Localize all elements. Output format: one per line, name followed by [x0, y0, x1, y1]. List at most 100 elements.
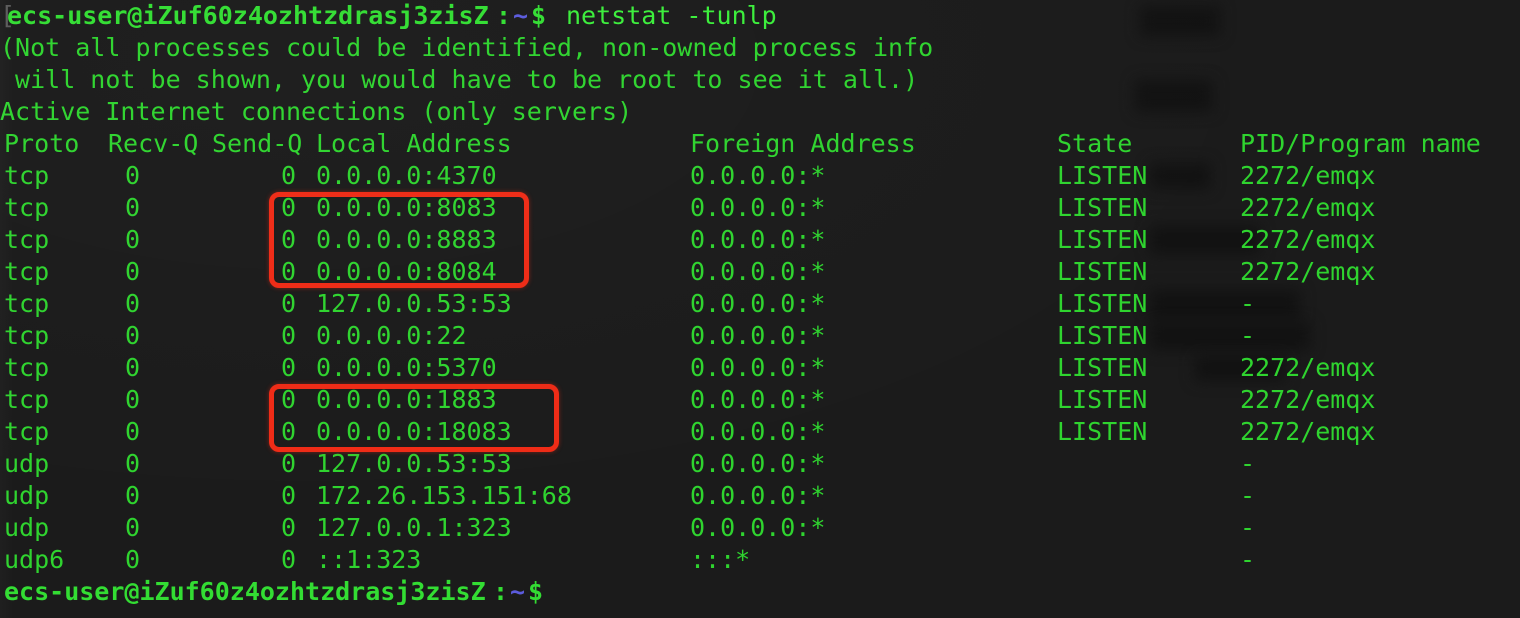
cell-foreign-address: 0.0.0.0:*: [690, 513, 826, 542]
header-local: Local Address: [316, 129, 512, 158]
cell-recvq: 0: [125, 481, 141, 510]
cell-proto: tcp: [4, 225, 50, 254]
table-row: tcp 0 0 0.0.0.0:22 0.0.0.0:* LISTEN -: [0, 320, 1520, 352]
table-row: tcp 0 0 0.0.0.0:4370 0.0.0.0:* LISTEN 2272/emq…: [0, 160, 1520, 192]
cell-sendq: 0: [281, 225, 297, 254]
cell-local-address: 0.0.0.0:22: [316, 321, 467, 350]
cell-pid-program: -: [1240, 321, 1256, 350]
cell-foreign-address: 0.0.0.0:*: [690, 193, 826, 222]
cell-local-address: 127.0.0.1:323: [316, 513, 512, 542]
cell-sendq: 0: [281, 481, 297, 510]
cell-pid-program: -: [1240, 449, 1256, 478]
table-row: tcp 0 0 0.0.0.0:18083 0.0.0.0:* LISTEN 2272/em…: [0, 416, 1520, 448]
prompt-user-host: ecs-user@iZuf60z4ozhtzdrasj3zisZ: [7, 1, 489, 30]
table-row: tcp 0 0 0.0.0.0:1883 0.0.0.0:* LISTEN 2272/emq…: [0, 384, 1520, 416]
typed-command[interactable]: netstat -tunlp: [566, 0, 777, 32]
cell-recvq: 0: [125, 321, 141, 350]
notice-line-1: (Not all processes could be identified, …: [0, 32, 1520, 64]
cell-proto: udp6: [4, 545, 65, 574]
cell-foreign-address: 0.0.0.0:*: [690, 257, 826, 286]
notice-text: will not be shown, you would have to be …: [0, 65, 919, 94]
cell-local-address: 0.0.0.0:5370: [316, 353, 497, 382]
cell-foreign-address: 0.0.0.0:*: [690, 225, 826, 254]
cell-proto: tcp: [4, 353, 50, 382]
cell-proto: tcp: [4, 193, 50, 222]
cell-pid-program: 2272/emqx: [1240, 193, 1376, 222]
cell-sendq: 0: [281, 257, 297, 286]
cell-pid-program: -: [1240, 545, 1256, 574]
cell-sendq: 0: [281, 321, 297, 350]
cell-foreign-address: 0.0.0.0:*: [690, 385, 826, 414]
cell-sendq: 0: [281, 417, 297, 446]
cell-local-address: 127.0.0.53:53: [316, 289, 512, 318]
cell-state: LISTEN: [1057, 225, 1148, 254]
cell-proto: tcp: [4, 161, 50, 190]
cell-recvq: 0: [125, 417, 141, 446]
header-recvq: Recv-Q: [108, 129, 199, 158]
table-header-row: Proto Recv-Q Send-Q Local Address Foreig…: [0, 128, 1520, 160]
cell-state: LISTEN: [1057, 417, 1148, 446]
section-title-line: Active Internet connections (only server…: [0, 96, 1520, 128]
cell-pid-program: 2272/emqx: [1240, 225, 1376, 254]
cell-foreign-address: :::*: [690, 545, 751, 574]
table-row: tcp 0 0 0.0.0.0:8084 0.0.0.0:* LISTEN 2272/emq…: [0, 256, 1520, 288]
terminal-screen: [ ecs-user@iZuf60z4ozhtzdrasj3zisZ : ~ $…: [0, 0, 1520, 618]
cell-proto: tcp: [4, 417, 50, 446]
cell-state: LISTEN: [1057, 321, 1148, 350]
cell-sendq: 0: [281, 449, 297, 478]
cell-foreign-address: 0.0.0.0:*: [690, 353, 826, 382]
cell-pid-program: -: [1240, 289, 1256, 318]
cell-proto: udp: [4, 449, 50, 478]
prompt-colon: :: [496, 1, 512, 30]
table-row: udp 0 0 127.0.0.53:53 0.0.0.0:* -: [0, 448, 1520, 480]
cell-local-address: 172.26.153.151:68: [316, 481, 572, 510]
prompt-symbol: $: [528, 577, 544, 606]
trailing-prompt-line: ecs-user@iZuf60z4ozhtzdrasj3zisZ : ~ $: [0, 576, 1520, 608]
header-state: State: [1057, 129, 1133, 158]
terminal-window[interactable]: [ ecs-user@iZuf60z4ozhtzdrasj3zisZ : ~ $…: [0, 0, 1520, 618]
cell-state: LISTEN: [1057, 289, 1148, 318]
cell-foreign-address: 0.0.0.0:*: [690, 321, 826, 350]
cell-proto: udp: [4, 481, 50, 510]
table-row: udp 0 0 172.26.153.151:68 0.0.0.0:* -: [0, 480, 1520, 512]
cell-proto: tcp: [4, 289, 50, 318]
cell-foreign-address: 0.0.0.0:*: [690, 417, 826, 446]
cell-state: LISTEN: [1057, 353, 1148, 382]
cell-sendq: 0: [281, 161, 297, 190]
cell-proto: tcp: [4, 321, 50, 350]
cell-proto: tcp: [4, 385, 50, 414]
cell-pid-program: -: [1240, 513, 1256, 542]
cell-local-address: 0.0.0.0:18083: [316, 417, 512, 446]
cell-recvq: 0: [125, 385, 141, 414]
cell-pid-program: -: [1240, 481, 1256, 510]
cell-local-address: 0.0.0.0:8883: [316, 225, 497, 254]
cell-recvq: 0: [125, 545, 141, 574]
cell-pid-program: 2272/emqx: [1240, 385, 1376, 414]
cell-pid-program: 2272/emqx: [1240, 417, 1376, 446]
prompt-path: ~: [510, 577, 526, 606]
table-row: tcp 0 0 127.0.0.53:53 0.0.0.0:* LISTEN -: [0, 288, 1520, 320]
header-foreign: Foreign Address: [690, 129, 916, 158]
cell-sendq: 0: [281, 545, 297, 574]
cell-sendq: 0: [281, 353, 297, 382]
cell-recvq: 0: [125, 193, 141, 222]
cell-state: LISTEN: [1057, 385, 1148, 414]
prompt-symbol: $: [531, 1, 547, 30]
table-row: tcp 0 0 0.0.0.0:8083 0.0.0.0:* LISTEN 2272/emq…: [0, 192, 1520, 224]
table-row: udp 0 0 127.0.0.1:323 0.0.0.0:* -: [0, 512, 1520, 544]
header-pid: PID/Program name: [1240, 129, 1481, 158]
header-proto: Proto: [4, 129, 80, 158]
prompt-user-host: ecs-user@iZuf60z4ozhtzdrasj3zisZ: [4, 577, 486, 606]
cell-foreign-address: 0.0.0.0:*: [690, 481, 826, 510]
section-title: Active Internet connections (only server…: [0, 97, 633, 126]
cell-recvq: 0: [125, 161, 141, 190]
cell-foreign-address: 0.0.0.0:*: [690, 289, 826, 318]
prompt-path: ~: [513, 1, 529, 30]
cell-foreign-address: 0.0.0.0:*: [690, 161, 826, 190]
cell-recvq: 0: [125, 353, 141, 382]
cell-state: LISTEN: [1057, 161, 1148, 190]
cell-sendq: 0: [281, 513, 297, 542]
notice-text: (Not all processes could be identified, …: [0, 33, 934, 62]
cell-state: LISTEN: [1057, 257, 1148, 286]
table-row: tcp 0 0 0.0.0.0:5370 0.0.0.0:* LISTEN 2272/emq…: [0, 352, 1520, 384]
